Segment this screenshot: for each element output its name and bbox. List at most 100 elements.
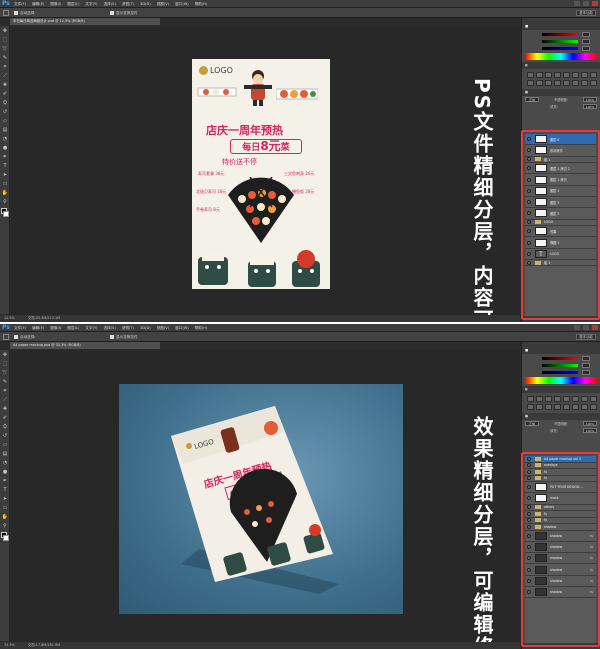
menu-view[interactable]: 视图(V) — [157, 0, 169, 8]
photo-filter-icon[interactable] — [527, 80, 534, 86]
visibility-eye-icon[interactable] — [527, 148, 531, 153]
menu-window[interactable]: 窗口(W) — [175, 0, 189, 8]
layer-row[interactable]: 图层 1 — [525, 186, 596, 197]
blend-mode-select[interactable]: 正常 — [525, 97, 539, 102]
threshold-icon[interactable] — [572, 404, 579, 410]
layer-row[interactable]: 图层 8 — [525, 134, 596, 146]
quick-select-tool-icon[interactable]: ✎ — [1, 378, 9, 386]
layer-row[interactable]: shadow fx — [525, 553, 596, 565]
move-tool-icon[interactable]: ✥ — [1, 351, 9, 359]
layer-row[interactable]: shadow fx — [525, 531, 596, 542]
menu-3d[interactable]: 3D(D) — [140, 324, 151, 332]
red-slider[interactable] — [542, 33, 578, 36]
curves-icon[interactable] — [545, 396, 552, 402]
fill-field[interactable]: 100% — [582, 428, 597, 433]
visibility-eye-icon[interactable] — [527, 188, 531, 193]
zoom-tool-icon[interactable]: ⚲ — [1, 198, 9, 206]
eraser-tool-icon[interactable]: ▱ — [1, 441, 9, 449]
gradient-map-icon[interactable] — [581, 80, 588, 86]
show-transform-checkbox[interactable] — [110, 335, 114, 339]
levels-icon[interactable] — [536, 396, 543, 402]
layer-row[interactable]: 图层 1 拷贝 2 — [525, 163, 596, 175]
eyedropper-tool-icon[interactable]: ⟋ — [1, 396, 9, 404]
layer-fx-icon[interactable]: fx — [590, 556, 593, 560]
blue-slider[interactable] — [542, 47, 578, 50]
hand-tool-icon[interactable]: ✋ — [1, 513, 9, 521]
zoom-level[interactable]: 33.3% — [4, 643, 15, 647]
dodge-tool-icon[interactable]: ● — [1, 468, 9, 476]
type-tool-icon[interactable]: T — [1, 162, 9, 170]
red-value-field[interactable] — [582, 356, 590, 361]
move-tool-icon[interactable] — [3, 334, 9, 340]
healing-brush-tool-icon[interactable]: ✚ — [1, 405, 9, 413]
red-slider[interactable] — [542, 357, 578, 360]
maximize-button[interactable] — [583, 325, 589, 330]
tab-layers[interactable]: ▦ — [525, 413, 528, 420]
path-select-tool-icon[interactable]: ➤ — [1, 495, 9, 503]
dodge-tool-icon[interactable]: ● — [1, 144, 9, 152]
layer-row[interactable]: shadow fx — [525, 564, 596, 576]
visibility-eye-icon[interactable] — [527, 545, 531, 550]
green-slider[interactable] — [542, 364, 578, 367]
color-spectrum-bar[interactable] — [525, 53, 597, 60]
healing-brush-tool-icon[interactable]: ✚ — [1, 81, 9, 89]
close-button[interactable] — [592, 325, 598, 330]
threshold-icon[interactable] — [572, 80, 579, 86]
background-color-swatch[interactable] — [3, 211, 9, 217]
history-brush-tool-icon[interactable]: ↺ — [1, 108, 9, 116]
menu-3d[interactable]: 3D(D) — [140, 0, 151, 8]
layer-row[interactable]: shadow fx — [525, 587, 596, 599]
clone-stamp-tool-icon[interactable]: ⛭ — [1, 423, 9, 431]
layer-group-row[interactable]: 组 1 — [525, 260, 596, 267]
tab-layers[interactable]: ▦ — [525, 89, 528, 96]
blend-mode-select[interactable]: 正常 — [525, 421, 539, 426]
document-tab[interactable]: A4 paper mockup.psd @ 33.3% (RGB/8) — [10, 342, 160, 349]
brush-tool-icon[interactable]: ✐ — [1, 90, 9, 98]
bw-icon[interactable] — [590, 72, 597, 78]
quick-select-tool-icon[interactable]: ✎ — [1, 54, 9, 62]
hue-icon[interactable] — [572, 396, 579, 402]
hue-icon[interactable] — [572, 72, 579, 78]
visibility-eye-icon[interactable] — [527, 240, 531, 245]
maximize-button[interactable] — [583, 1, 589, 6]
gradient-tool-icon[interactable]: ▤ — [1, 126, 9, 134]
menu-layer[interactable]: 图层(L) — [67, 324, 79, 332]
opacity-field[interactable]: 100% — [582, 97, 597, 102]
visibility-eye-icon[interactable] — [527, 567, 531, 572]
selective-color-icon[interactable] — [590, 404, 597, 410]
vibrance-icon[interactable] — [563, 396, 570, 402]
visibility-eye-icon[interactable] — [527, 476, 531, 481]
layer-row[interactable]: shadow fx — [525, 576, 596, 588]
menu-filter[interactable]: 滤镜(T) — [122, 0, 134, 8]
poster-document[interactable]: LOGO 店庆一周年预热 每日8元菜 特价送不停 寿司套餐 38元 三文鱼刺身 … — [192, 59, 330, 289]
layer-row[interactable]: shadow fx — [525, 542, 596, 554]
visibility-eye-icon[interactable] — [527, 229, 531, 234]
menu-type[interactable]: 文字(Y) — [85, 324, 97, 332]
posterize-icon[interactable] — [563, 80, 570, 86]
eraser-tool-icon[interactable]: ▱ — [1, 117, 9, 125]
blue-value-field[interactable] — [582, 46, 590, 51]
marquee-tool-icon[interactable]: ⬚ — [1, 360, 9, 368]
menu-edit[interactable]: 编辑(E) — [32, 0, 44, 8]
color-spectrum-bar[interactable] — [525, 377, 597, 384]
visibility-eye-icon[interactable] — [527, 463, 531, 468]
blue-value-field[interactable] — [582, 370, 590, 375]
levels-icon[interactable] — [536, 72, 543, 78]
menu-image[interactable]: 图像(I) — [50, 0, 61, 8]
channel-mixer-icon[interactable] — [536, 80, 543, 86]
visibility-eye-icon[interactable] — [527, 518, 531, 523]
menu-edit[interactable]: 编辑(E) — [32, 324, 44, 332]
opacity-field[interactable]: 100% — [582, 421, 597, 426]
auto-select-checkbox[interactable] — [14, 335, 18, 339]
menu-help[interactable]: 帮助(H) — [195, 324, 208, 332]
menu-image[interactable]: 图像(I) — [50, 324, 61, 332]
eyedropper-tool-icon[interactable]: ⟋ — [1, 72, 9, 80]
crop-tool-icon[interactable]: ⌗ — [1, 63, 9, 71]
gradient-tool-icon[interactable]: ▤ — [1, 450, 9, 458]
clone-stamp-tool-icon[interactable]: ⛭ — [1, 99, 9, 107]
zoom-level[interactable]: 12.5% — [4, 316, 15, 320]
layer-row[interactable]: 效果 — [525, 226, 596, 238]
blur-tool-icon[interactable]: ◔ — [1, 135, 9, 143]
menu-filter[interactable]: 滤镜(T) — [122, 324, 134, 332]
pen-tool-icon[interactable]: ✒ — [1, 153, 9, 161]
